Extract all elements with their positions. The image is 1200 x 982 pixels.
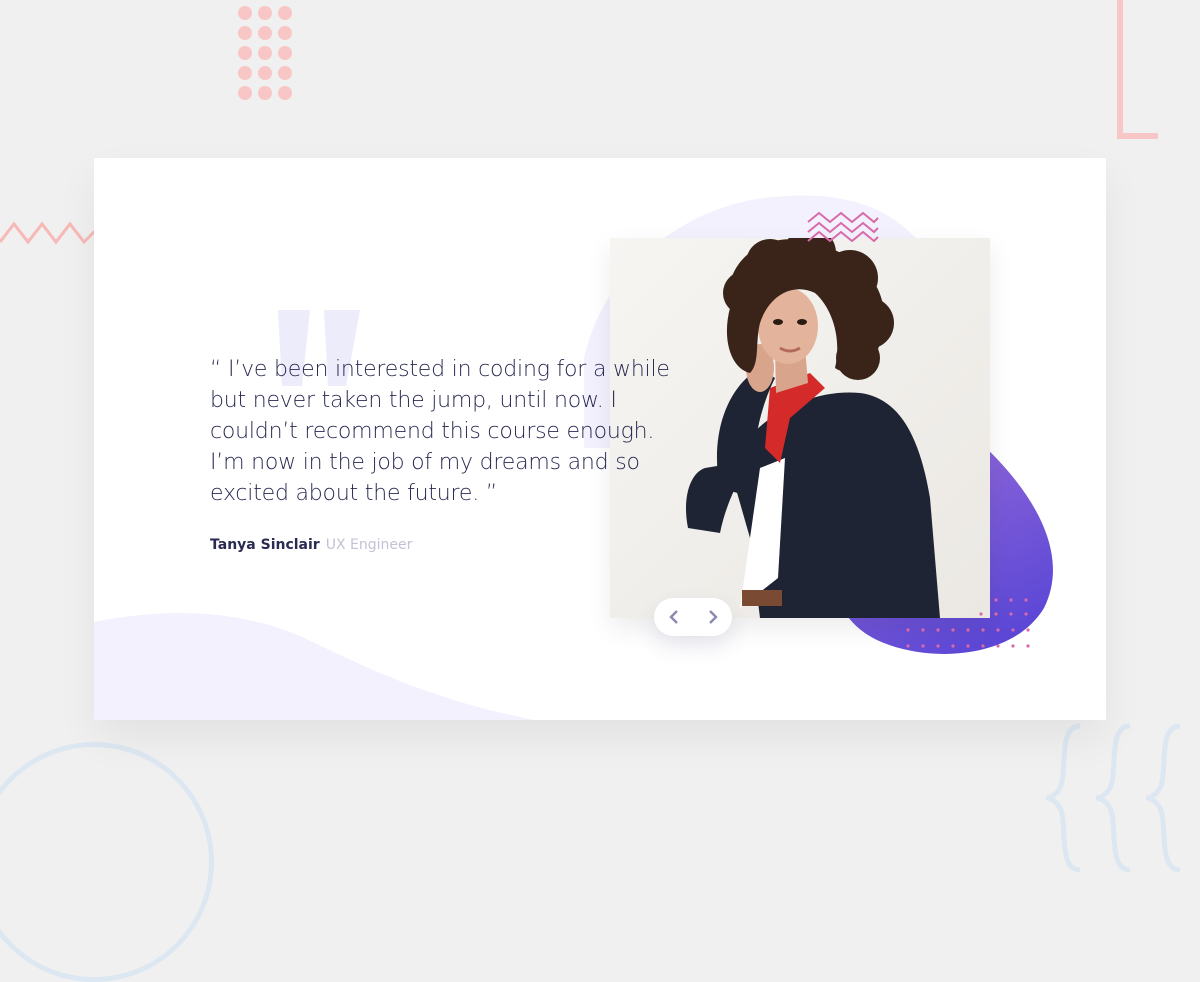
zigzag-decoration-top	[807, 211, 879, 242]
slider-navigation	[654, 598, 732, 636]
dots-grid-decoration	[238, 6, 296, 106]
bracket-decoration	[1117, 0, 1158, 139]
curly-braces-decoration	[1045, 723, 1181, 873]
chevron-left-icon	[668, 610, 678, 624]
circle-outline-decoration	[0, 742, 214, 982]
author-role: UX Engineer	[325, 537, 413, 553]
wave-decoration	[94, 613, 534, 720]
testimonial-quote: “ I’ve been interested in coding for a w…	[210, 357, 670, 506]
chevron-right-icon	[708, 610, 718, 624]
previous-button[interactable]	[660, 603, 688, 631]
next-button[interactable]	[699, 603, 727, 631]
testimonial-author: Tanya Sinclair UX Engineer	[210, 537, 670, 553]
zigzag-decoration-left	[0, 221, 96, 245]
testimonial-card: “ I’ve been interested in coding for a w…	[94, 158, 1106, 720]
dot-pattern-decoration	[906, 598, 1030, 648]
author-name: Tanya Sinclair	[210, 537, 320, 553]
testimonial-content: “ I’ve been interested in coding for a w…	[210, 354, 670, 553]
